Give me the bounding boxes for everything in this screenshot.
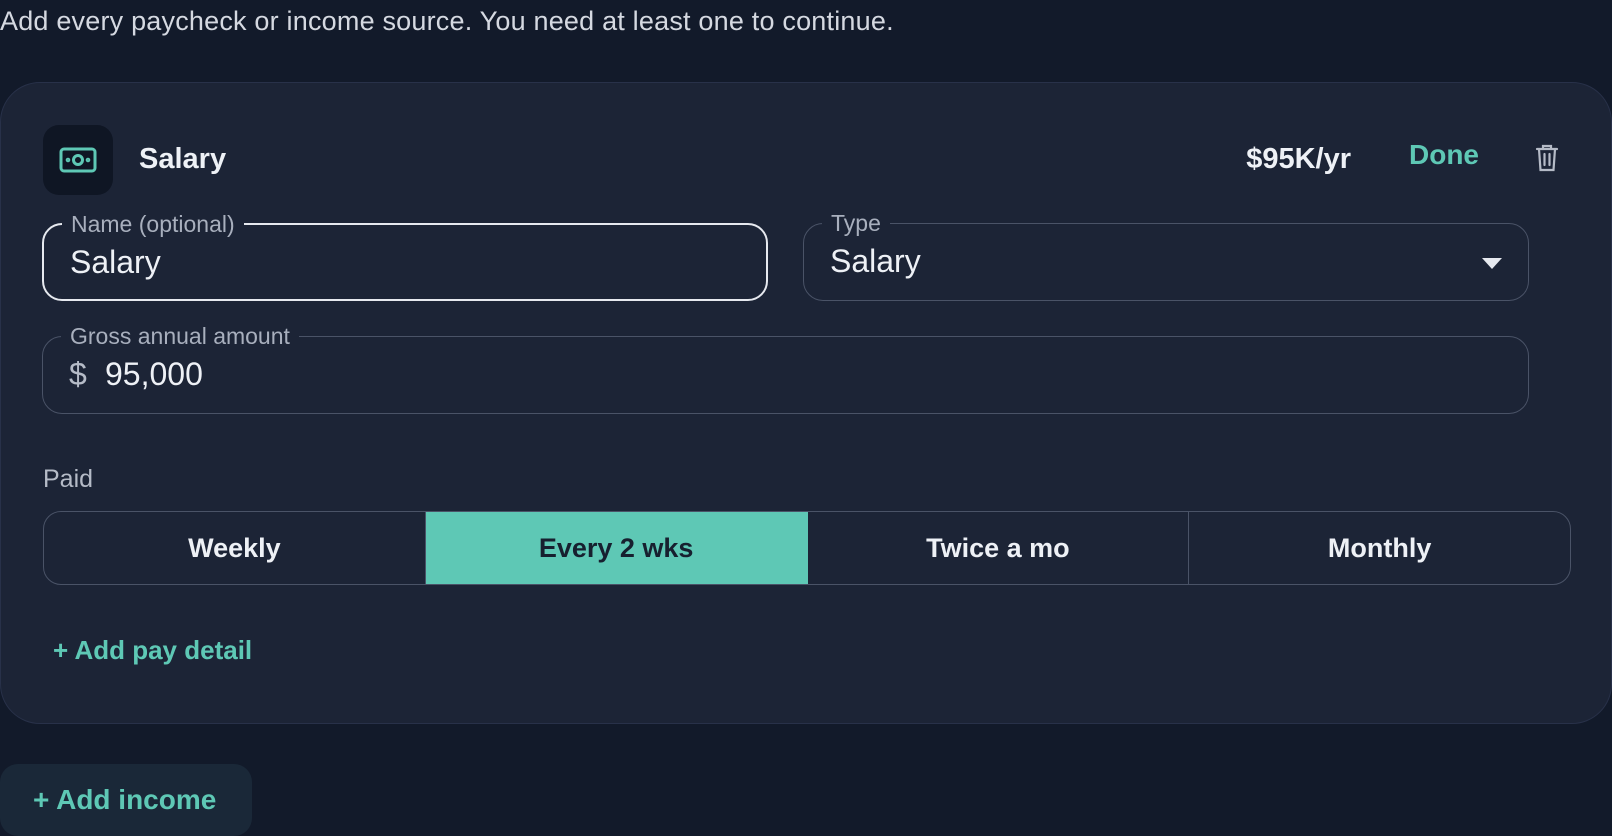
name-input[interactable]: [70, 243, 684, 281]
type-select-label: Type: [822, 209, 890, 237]
income-card-header: Salary $95K/yr Done: [43, 125, 1569, 195]
delete-button[interactable]: [1531, 141, 1563, 177]
income-summary: $95K/yr: [1246, 143, 1351, 175]
add-income-button[interactable]: + Add income: [0, 764, 252, 836]
banknote-icon: [43, 125, 113, 195]
name-field-label: Name (optional): [62, 210, 244, 238]
type-select[interactable]: Type Salary: [803, 209, 1529, 301]
gross-amount-field[interactable]: Gross annual amount $: [42, 322, 1529, 414]
currency-prefix: $: [69, 356, 87, 392]
income-card-title: Salary: [139, 143, 227, 175]
done-button[interactable]: Done: [1409, 139, 1479, 171]
trash-icon: [1535, 143, 1559, 176]
income-card: Salary $95K/yr Done Name (optional) Type…: [0, 82, 1612, 724]
pay-frequency-option-selected[interactable]: Every 2 wks: [425, 512, 808, 584]
name-field[interactable]: Name (optional): [42, 210, 768, 301]
caret-down-icon[interactable]: [1482, 258, 1502, 269]
pay-frequency-option[interactable]: Twice a mo: [808, 512, 1190, 584]
paid-label: Paid: [43, 465, 94, 493]
pay-frequency-option[interactable]: Monthly: [1189, 512, 1570, 584]
pay-frequency-option[interactable]: Weekly: [44, 512, 426, 584]
add-pay-detail-button[interactable]: + Add pay detail: [53, 635, 252, 666]
gross-amount-label: Gross annual amount: [61, 322, 299, 350]
intro-text: Add every paycheck or income source. You…: [0, 6, 894, 36]
gross-amount-input[interactable]: [105, 355, 1368, 393]
type-select-value: Salary: [830, 243, 921, 279]
pay-frequency-toggle: Weekly Every 2 wks Twice a mo Monthly: [43, 511, 1571, 585]
